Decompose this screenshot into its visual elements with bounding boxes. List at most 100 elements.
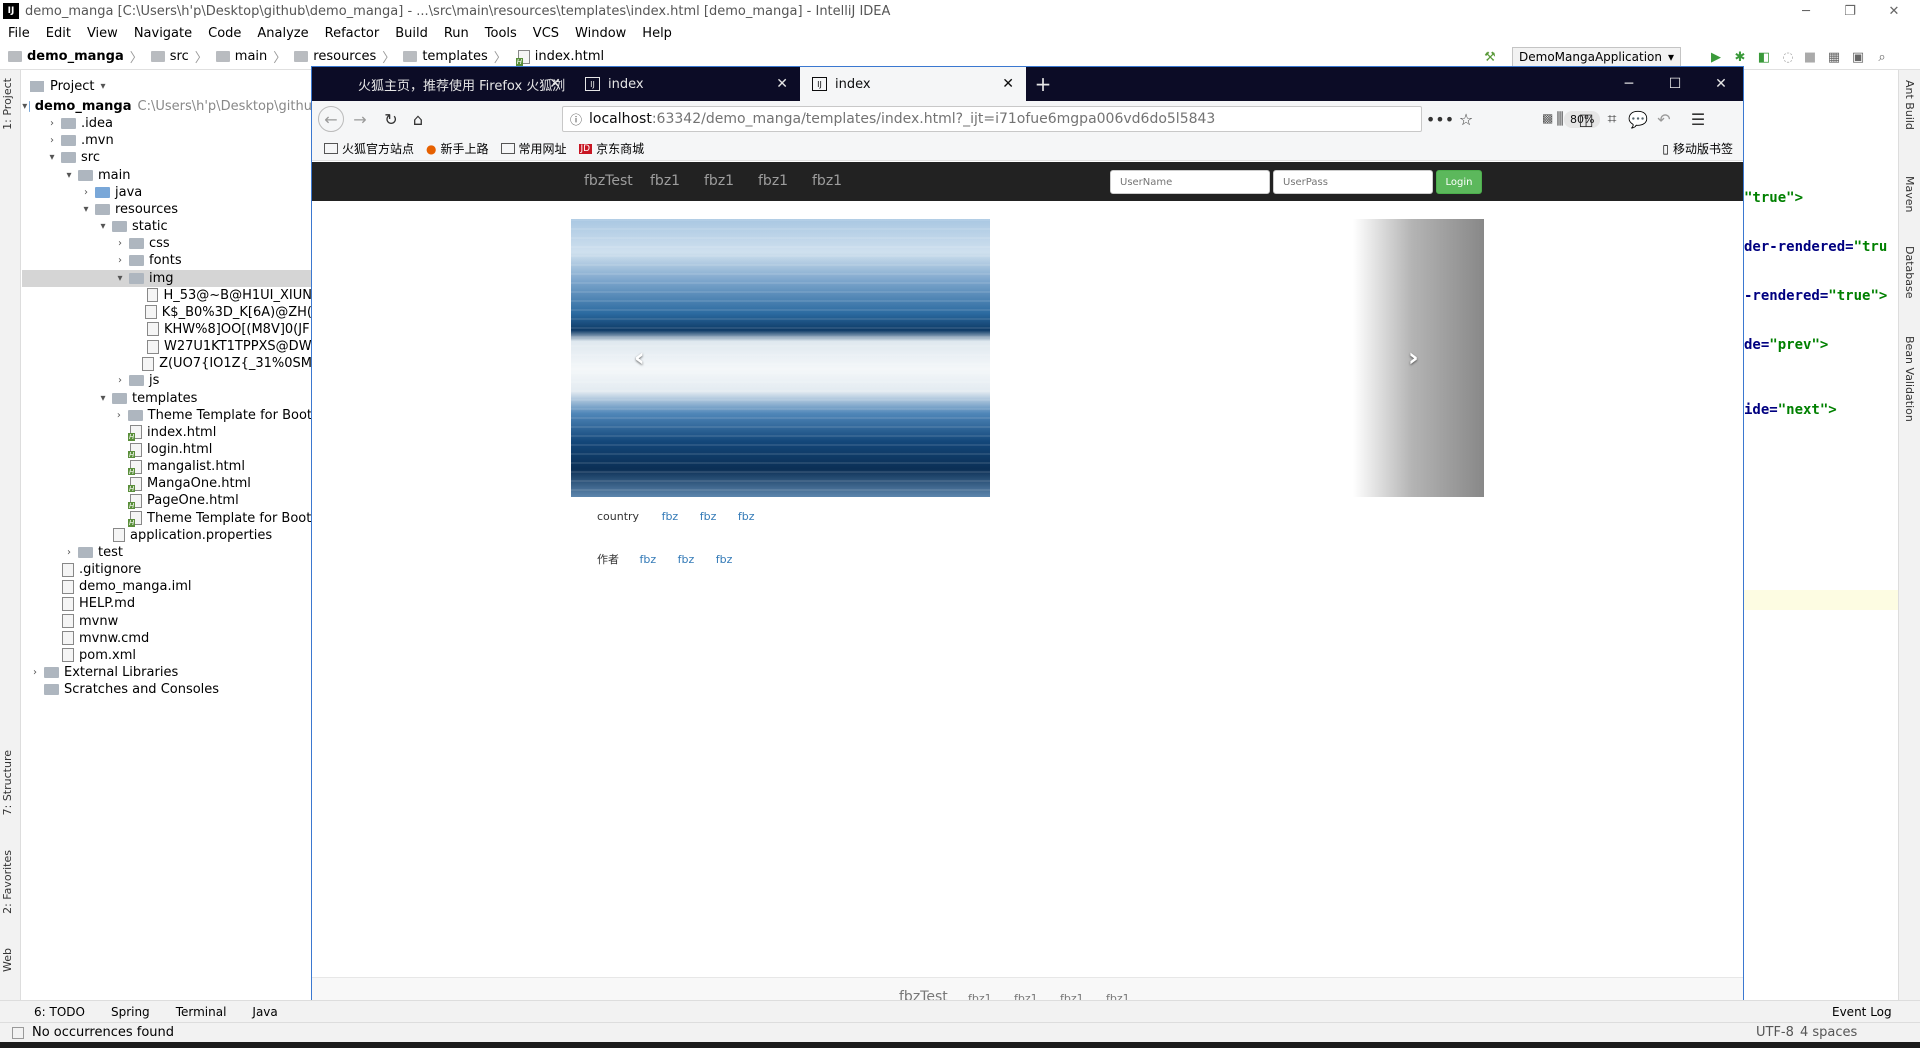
sdk-icon[interactable]: ▣ [1850,49,1866,65]
menu-file[interactable]: File [0,26,38,41]
nav-link[interactable]: fbz1 [650,173,680,189]
tree-item-folder-css[interactable]: › css [22,235,312,252]
bookmark-star-icon[interactable]: ☆ [1456,109,1476,129]
menu-build[interactable]: Build [387,26,436,41]
site-info-icon[interactable]: ⓘ [563,111,589,128]
profile-icon[interactable]: ◌ [1780,49,1796,65]
tree-item-file-application-properties[interactable]: application.properties [22,527,312,544]
minimize-icon[interactable]: ─ [1786,0,1826,22]
new-tab-icon[interactable]: + [1026,67,1060,101]
tab-index-1[interactable]: IJ index ✕ [573,67,800,101]
chevron-down-icon[interactable]: ▾ [22,101,27,112]
userpass-input[interactable] [1273,170,1433,194]
ff-minimize-icon[interactable]: ─ [1606,67,1652,101]
code-editor[interactable]: "true"> der-rendered="tru -rendered="tru… [1742,70,1898,1000]
tab-structure[interactable]: 7: Structure [1,750,14,815]
tree-item-image-file[interactable]: W27U1KT1TPPXS@DW [22,338,312,355]
tree-item-file-index-html[interactable]: index.html [22,424,312,441]
chevron-right-icon[interactable]: › [112,410,126,421]
breadcrumb-main[interactable]: main 〉 [208,47,286,66]
coverage-icon[interactable]: ◧ [1756,49,1772,65]
tree-item-file-theme-template[interactable]: Theme Template for Boot [22,510,312,527]
hamburger-menu-icon[interactable]: ☰ [1688,109,1708,129]
meta-value-link[interactable]: fbz [678,553,695,566]
event-log-button[interactable]: Event Log [1832,1005,1892,1019]
status-toggle-icon[interactable] [12,1026,24,1039]
tab-ant-build[interactable]: Ant Build [1903,80,1916,130]
breadcrumb-project[interactable]: demo_manga 〉 [0,47,143,66]
meta-value-link[interactable]: fbz [662,510,679,523]
tree-item-folder-img[interactable]: ▾ img [22,269,312,287]
search-everywhere-icon[interactable]: ⌕ [1874,49,1890,65]
meta-value-link[interactable]: fbz [640,553,657,566]
chevron-down-icon[interactable]: ▾ [45,152,59,163]
tree-item-image-file[interactable]: KHW%8]OO[(M8V]0(JF [22,321,312,338]
encoding-indicator[interactable]: UTF-8 [1756,1025,1794,1040]
tab-maven[interactable]: Maven [1903,176,1916,212]
chevron-right-icon[interactable]: › [45,135,59,146]
bookmark-jd[interactable]: JD 京东商城 [578,140,644,157]
tree-item-folder-test[interactable]: › test [22,544,312,561]
nav-link[interactable]: fbz1 [704,173,734,189]
tab-web[interactable]: Web [1,948,14,972]
tree-item-folder-idea[interactable]: › .idea [22,115,312,132]
menu-refactor[interactable]: Refactor [317,26,388,41]
project-structure-icon[interactable]: ▦ [1826,49,1842,65]
chevron-right-icon[interactable]: › [79,187,93,198]
tree-item-folder-js[interactable]: › js [22,372,312,389]
stop-icon[interactable]: ■ [1802,49,1818,65]
tab-database[interactable]: Database [1903,246,1916,299]
tree-item-scratches-and-consoles[interactable]: Scratches and Consoles [22,681,312,698]
menu-view[interactable]: View [79,26,126,41]
tree-item-file-pom-xml[interactable]: pom.xml [22,647,312,664]
nav-link[interactable]: fbz1 [758,173,788,189]
chevron-down-icon[interactable]: ▾ [113,273,127,284]
username-input[interactable] [1110,170,1270,194]
chevron-down-icon[interactable]: ▾ [100,81,105,92]
undo-icon[interactable]: ↶ [1654,109,1674,129]
tab-index-active[interactable]: IJ index ✕ [800,67,1026,101]
menu-analyze[interactable]: Analyze [249,26,316,41]
run-icon[interactable]: ▶ [1708,49,1724,65]
project-panel-title[interactable]: Project [50,79,94,94]
tree-item-folder-src[interactable]: ▾ src [22,149,312,166]
tree-item-file-mangalist-html[interactable]: mangalist.html [22,458,312,476]
menu-help[interactable]: Help [634,26,680,41]
close-icon[interactable]: ✕ [1874,0,1914,22]
ff-maximize-icon[interactable]: ☐ [1652,67,1698,101]
tree-item-file-pageone-html[interactable]: PageOne.html [22,492,312,510]
screenshot-icon[interactable]: ⌗ [1602,109,1622,129]
chevron-down-icon[interactable]: ▾ [79,204,93,215]
close-tab-icon[interactable]: ✕ [1002,76,1014,92]
chevron-right-icon[interactable]: › [113,375,127,386]
carousel-next-icon[interactable]: › [1408,343,1419,373]
chevron-right-icon[interactable]: › [62,547,76,558]
breadcrumb-file[interactable]: index.html [507,49,604,66]
tab-spring[interactable]: Spring [111,1005,150,1019]
chevron-down-icon[interactable]: ▾ [62,170,76,181]
close-tab-icon[interactable]: ✕ [549,76,561,92]
breadcrumb-resources[interactable]: resources 〉 [286,47,395,66]
close-tab-icon[interactable]: ✕ [776,76,788,92]
mobile-bookmarks[interactable]: ▯ 移动版书签 [1662,140,1733,157]
navbar-brand[interactable]: fbzTest [584,173,633,189]
menu-edit[interactable]: Edit [38,26,79,41]
tree-item-folder-templates[interactable]: ▾ templates [22,390,312,407]
forward-icon[interactable]: → [350,109,370,129]
nav-link[interactable]: fbz1 [812,173,842,189]
tree-item-file-theme-template[interactable]: › Theme Template for Boot [22,407,312,424]
tab-project[interactable]: 1: Project [1,78,14,130]
chevron-right-icon[interactable]: › [113,255,127,266]
tab-firefox-home[interactable]: 火狐主页，推荐使用 Firefox 火狐浏 ✕ [346,67,573,101]
tree-item-image-file[interactable]: K$_B0%3D_K[6A)@ZH( [22,304,312,321]
run-configuration-select[interactable]: DemoMangaApplication ▾ [1512,47,1682,67]
tab-favorites[interactable]: 2: Favorites [1,850,14,914]
ff-close-icon[interactable]: ✕ [1698,67,1744,101]
tree-item-folder-mvn[interactable]: › .mvn [22,132,312,149]
menu-window[interactable]: Window [567,26,634,41]
chevron-down-icon[interactable]: ▾ [96,393,110,404]
tree-item-file-mvnw-cmd[interactable]: mvnw.cmd [22,630,312,647]
tree-item-folder-java[interactable]: › java [22,184,312,201]
tree-item-file-gitignore[interactable]: .gitignore [22,561,312,578]
tree-item-image-file[interactable]: H_53@~B@H1UI_XIUN [22,287,312,304]
